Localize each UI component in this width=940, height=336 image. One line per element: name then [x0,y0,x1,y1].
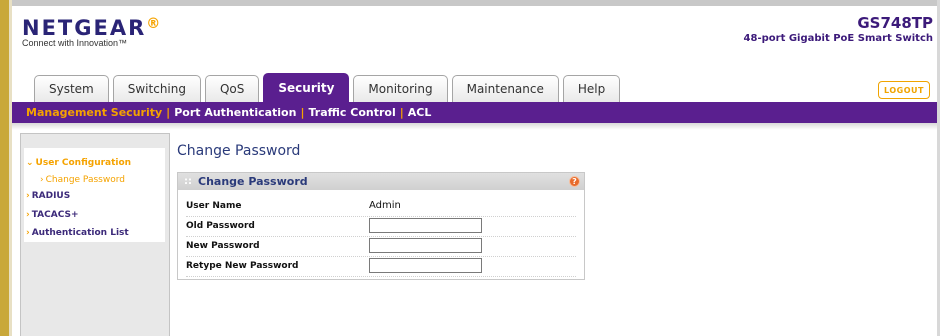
tab-qos[interactable]: QoS [204,75,260,102]
header: NETGEAR® Connect with Innovation™ GS748T… [12,6,937,102]
user-name-label: User Name [186,201,242,211]
app-frame: NETGEAR® Connect with Innovation™ GS748T… [12,0,937,336]
logout-button[interactable]: LOGOUT [878,81,930,99]
left-border [0,0,12,336]
chevron-down-icon: ⌄ [26,158,34,168]
sidebar-item-tacacs[interactable]: › TACACS+ [26,210,79,220]
subnav-separator: | [399,106,404,119]
subnav-acl[interactable]: ACL [408,106,432,119]
sidebar-item-change-password[interactable]: › Change Password [40,175,125,185]
old-password-label: Old Password [186,221,255,231]
page-title: Change Password [177,143,301,159]
product-info: GS748TP 48-port Gigabit PoE Smart Switch [744,14,933,44]
subnav-shadow [12,123,937,130]
panel-title: Change Password [198,175,308,188]
sidebar: ⌄ User Configuration › Change Password › RA… [20,133,170,336]
retype-password-input[interactable] [369,258,482,273]
chevron-right-icon: › [26,210,30,220]
tab-security[interactable]: Security [263,73,350,102]
sidebar-item-radius[interactable]: › RADIUS [26,191,70,201]
drag-handle-icon: :: [184,176,192,187]
tab-switching[interactable]: Switching [112,75,201,102]
subnav-traffic-control[interactable]: Traffic Control [308,106,395,119]
subnav-management-security[interactable]: Management Security [26,106,162,119]
form-row-user-name: User Name Admin [186,197,576,217]
product-model: GS748TP [857,14,933,32]
help-icon[interactable]: ? [569,176,580,187]
netgear-logo: NETGEAR® Connect with Innovation™ [22,16,162,48]
form-row-retype-password: Retype New Password [186,257,576,277]
user-name-value: Admin [369,200,401,211]
product-description: 48-port Gigabit PoE Smart Switch [743,33,933,44]
subnav-separator: | [166,106,171,119]
old-password-input[interactable] [369,218,482,233]
subnav-separator: | [300,106,305,119]
main-tabs: System Switching QoS Security Monitoring… [34,72,624,102]
retype-password-label: Retype New Password [186,261,299,271]
chevron-right-icon: › [26,228,30,238]
sub-navigation: Management Security | Port Authenticatio… [12,102,937,123]
panel-header: :: Change Password ? [178,173,584,190]
change-password-panel: :: Change Password ? User Name Admin Old… [177,172,585,280]
tab-system[interactable]: System [34,75,109,102]
chevron-right-icon: › [26,191,30,201]
new-password-input[interactable] [369,238,482,253]
sidebar-item-user-configuration[interactable]: ⌄ User Configuration [26,158,131,168]
form-row-old-password: Old Password [186,217,576,237]
new-password-label: New Password [186,241,260,251]
logo-registered-mark: ® [146,16,163,32]
subnav-port-authentication[interactable]: Port Authentication [174,106,296,119]
tab-maintenance[interactable]: Maintenance [451,75,559,102]
tab-monitoring[interactable]: Monitoring [353,75,448,102]
logo-wordmark: NETGEAR [22,16,147,40]
left-border-gold [0,0,9,336]
sidebar-item-authentication-list[interactable]: › Authentication List [26,228,129,238]
tab-help[interactable]: Help [562,75,621,102]
chevron-right-icon: › [40,175,44,185]
form-row-new-password: New Password [186,237,576,257]
